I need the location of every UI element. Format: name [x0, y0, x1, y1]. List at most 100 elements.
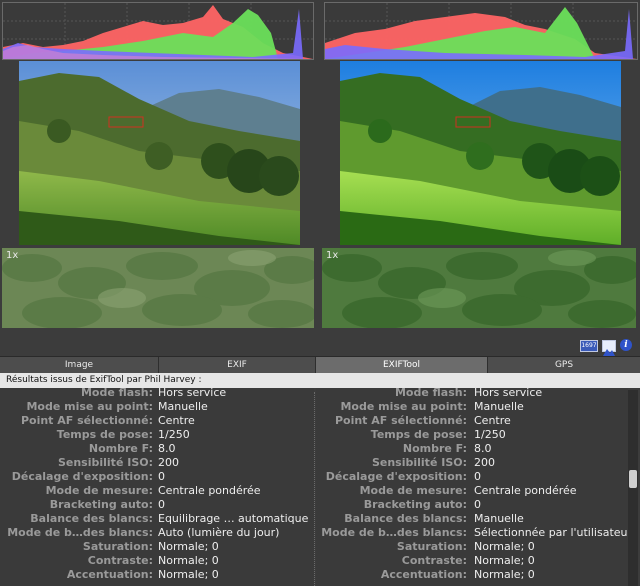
- exif-value: Hors service: [474, 388, 543, 399]
- exif-row: Contraste: Normale; 0: [0, 554, 314, 568]
- exif-label: Contraste:: [87, 554, 153, 567]
- exif-row: Mode mise au point: Manuelle: [0, 400, 314, 414]
- exif-row: Saturation: Normale; 0: [316, 540, 628, 554]
- exif-value: Centrale pondérée: [474, 484, 577, 497]
- exif-label: Mode mise au point:: [26, 400, 153, 413]
- exif-value: Centre: [474, 414, 511, 427]
- exif-value: Manuelle: [474, 512, 524, 525]
- info-icon[interactable]: i: [620, 339, 632, 351]
- exif-row: Temps de pose: 1/250: [0, 428, 314, 442]
- exif-pane-left: Mode flash: Hors service Mode mise au poin…: [0, 388, 314, 586]
- exif-row: Mode de b…des blancs: Sélectionnée par l'…: [316, 526, 628, 540]
- exif-pane-right: Mode flash: Hors service Mode mise au poin…: [316, 388, 628, 586]
- exif-value: 0: [158, 470, 165, 483]
- exif-scrollbar[interactable]: [628, 390, 638, 586]
- results-header: Résultats issus de ExifTool par Phil Har…: [0, 373, 640, 388]
- exif-scrollbar-thumb[interactable]: [629, 470, 637, 488]
- exif-value: Normale; 0: [158, 554, 219, 567]
- exif-row: Saturation: Normale; 0: [0, 540, 314, 554]
- exif-row: Temps de pose: 1/250: [316, 428, 628, 442]
- exif-label: Nombre F:: [88, 442, 153, 455]
- mountain-image-icon[interactable]: [602, 340, 616, 356]
- photo-edited[interactable]: [340, 61, 621, 245]
- exif-label: Mode de mesure:: [45, 484, 153, 497]
- exif-label: Point AF sélectionné:: [334, 414, 467, 427]
- zoom-crop-edited[interactable]: 1x: [322, 248, 636, 328]
- zoom-level-label: 1x: [6, 250, 19, 261]
- exif-value: Normale; 0: [474, 540, 535, 553]
- exif-row: Décalage d'exposition: 0: [316, 470, 628, 484]
- exif-value: 8.0: [474, 442, 492, 455]
- exif-value: Auto (lumière du jour): [158, 526, 280, 539]
- exif-row: Accentuation: Normale; 0: [316, 568, 628, 582]
- exif-label: Sensibilité ISO:: [371, 456, 467, 469]
- exif-row: Mode de mesure: Centrale pondérée: [316, 484, 628, 498]
- exif-label: Temps de pose:: [370, 428, 467, 441]
- exif-label: Contraste:: [401, 554, 467, 567]
- exif-value: Normale; 0: [474, 554, 535, 567]
- zoom-crop-original[interactable]: 1x: [2, 248, 314, 328]
- exif-value: 0: [158, 498, 165, 511]
- exif-label: Mode de mesure:: [359, 484, 467, 497]
- exif-value: Centre: [158, 414, 195, 427]
- exif-label: Accentuation:: [66, 568, 153, 581]
- exif-label: Temps de pose:: [56, 428, 153, 441]
- exif-value: 1/250: [158, 428, 190, 441]
- exif-value: 200: [158, 456, 179, 469]
- exif-label: Mode de b…des blancs:: [321, 526, 467, 539]
- exif-value: Sélectionnée par l'utilisateur: [474, 526, 628, 539]
- exif-label: Bracketing auto:: [49, 498, 153, 511]
- tab-exiftool[interactable]: EXIFTool: [316, 357, 488, 373]
- exif-row: Nombre F: 8.0: [316, 442, 628, 456]
- zoom-level-label: 1x: [326, 250, 339, 261]
- exif-row: Mode mise au point: Manuelle: [316, 400, 628, 414]
- exif-value: Normale; 0: [474, 568, 535, 581]
- exif-label: Décalage d'exposition:: [325, 470, 467, 483]
- histogram-right: [324, 2, 638, 60]
- exif-label: Mode mise au point:: [340, 400, 467, 413]
- histogram-left: [2, 2, 314, 60]
- exif-row: Balance des blancs: Equilibrage … automat…: [0, 512, 314, 526]
- exif-value: Equilibrage … automatique: [158, 512, 309, 525]
- tab-exif[interactable]: EXIF: [159, 357, 316, 373]
- exif-value: Manuelle: [474, 400, 524, 413]
- exif-label: Bracketing auto:: [363, 498, 467, 511]
- exif-label: Sensibilité ISO:: [57, 456, 153, 469]
- tab-bar: Image EXIF EXIFTool GPS: [0, 356, 640, 373]
- exif-label: Mode flash:: [394, 388, 467, 399]
- exif-row: Point AF sélectionné: Centre: [0, 414, 314, 428]
- exif-label: Balance des blancs:: [30, 512, 153, 525]
- exif-value: Manuelle: [158, 400, 208, 413]
- 1697-badge-icon[interactable]: 1697: [580, 340, 598, 352]
- exif-row: Nombre F: 8.0: [0, 442, 314, 456]
- exif-value: Normale; 0: [158, 568, 219, 581]
- exif-row: Mode flash: Hors service: [0, 388, 314, 400]
- exif-label: Accentuation:: [380, 568, 467, 581]
- exif-label: Nombre F:: [402, 442, 467, 455]
- exif-row: Contraste: Normale; 0: [316, 554, 628, 568]
- exif-row: Sensibilité ISO: 200: [0, 456, 314, 470]
- exif-row: Mode de b…des blancs: Auto (lumière du jo…: [0, 526, 314, 540]
- exif-row: Balance des blancs: Manuelle: [316, 512, 628, 526]
- exif-value: Normale; 0: [158, 540, 219, 553]
- exif-value: Centrale pondérée: [158, 484, 261, 497]
- exif-value: 8.0: [158, 442, 176, 455]
- photo-original[interactable]: [19, 61, 300, 245]
- tab-gps[interactable]: GPS: [488, 357, 640, 373]
- exif-row: Accentuation: Normale; 0: [0, 568, 314, 582]
- exif-row: Point AF sélectionné: Centre: [316, 414, 628, 428]
- exif-value: Hors service: [158, 388, 227, 399]
- exif-row: Bracketing auto: 0: [316, 498, 628, 512]
- exif-row: Décalage d'exposition: 0: [0, 470, 314, 484]
- exif-label: Balance des blancs:: [344, 512, 467, 525]
- exif-value: 1/250: [474, 428, 506, 441]
- exif-label: Mode de b…des blancs:: [7, 526, 153, 539]
- exif-row: Mode de mesure: Centrale pondérée: [0, 484, 314, 498]
- exif-value: 0: [474, 470, 481, 483]
- exif-value: 200: [474, 456, 495, 469]
- exif-label: Saturation:: [82, 540, 153, 553]
- exif-row: Bracketing auto: 0: [0, 498, 314, 512]
- exif-value: 0: [474, 498, 481, 511]
- tab-image[interactable]: Image: [0, 357, 159, 373]
- exif-row: Sensibilité ISO: 200: [316, 456, 628, 470]
